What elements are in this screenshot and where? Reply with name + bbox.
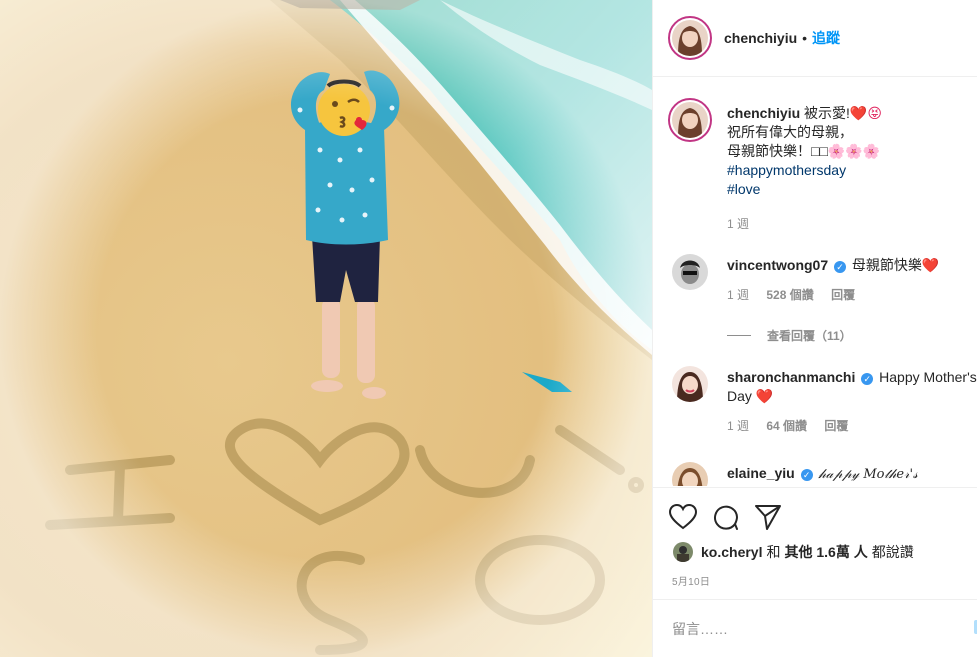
speech-bubble-icon bbox=[714, 505, 738, 530]
liker-name[interactable]: ko.cheryl bbox=[701, 544, 762, 560]
comment-time[interactable]: 1 週 bbox=[727, 288, 749, 302]
caption-line-1: 被示愛! bbox=[804, 105, 850, 121]
post-side-panel: chenchiyiu • 追蹤 chenchiyiu 被示愛!❤️😝 祝所有偉大… bbox=[652, 0, 977, 657]
author-avatar-icon bbox=[672, 20, 708, 56]
comment-author[interactable]: vincentwong07 bbox=[727, 257, 828, 273]
comment-emoji: ❤️ bbox=[921, 257, 940, 273]
comment-input[interactable] bbox=[672, 620, 952, 637]
view-replies-button[interactable]: 查看回覆（11） bbox=[727, 327, 852, 344]
likes-others[interactable]: 其他 1.6萬 人 bbox=[784, 542, 867, 562]
likes-suffix: 都說讚 bbox=[871, 544, 914, 560]
verified-badge-icon: ✓ bbox=[834, 261, 847, 273]
post-photo[interactable] bbox=[0, 0, 652, 657]
paper-plane-icon bbox=[755, 505, 781, 530]
elaine-avatar-icon bbox=[672, 462, 708, 486]
comment-text: 母親節快樂 bbox=[851, 257, 922, 273]
post-author-name[interactable]: chenchiyiu bbox=[724, 30, 797, 46]
avatar[interactable] bbox=[672, 462, 708, 486]
story-ring[interactable] bbox=[668, 16, 712, 60]
verified-badge-icon: ✓ bbox=[861, 373, 874, 385]
share-button[interactable] bbox=[755, 504, 781, 530]
like-button[interactable] bbox=[669, 504, 697, 530]
comment-likes[interactable]: 64 個讚 bbox=[766, 419, 807, 433]
hashtag-happymothersday[interactable]: #happymothersday bbox=[727, 161, 977, 180]
post-actions-section: ko.cheryl 和 其他 1.6萬 人 都說讚 5月10日 bbox=[653, 487, 977, 599]
post-header: chenchiyiu • 追蹤 bbox=[653, 0, 977, 77]
follow-button[interactable]: 追蹤 bbox=[812, 28, 840, 48]
caption-line-3: 母親節快樂！ bbox=[727, 143, 811, 159]
comment-likes[interactable]: 528 個讚 bbox=[766, 288, 813, 302]
caption-emoji-3: □□🌸🌸🌸 bbox=[811, 143, 881, 159]
caption-line-2: 祝所有偉大的母親， bbox=[727, 124, 853, 140]
divider bbox=[727, 335, 751, 336]
caption-time[interactable]: 1 週 bbox=[727, 217, 749, 231]
comment-emoji: ❤️ bbox=[755, 388, 774, 404]
action-bar bbox=[669, 504, 781, 530]
comments-list[interactable]: chenchiyiu 被示愛!❤️😝 祝所有偉大的母親， 母親節快樂！□□🌸🌸🌸… bbox=[653, 78, 977, 486]
verified-badge-icon: ✓ bbox=[800, 469, 813, 481]
reply-button[interactable]: 回覆 bbox=[831, 288, 855, 302]
reply-button[interactable]: 回覆 bbox=[824, 419, 848, 433]
author-avatar-icon bbox=[672, 102, 708, 138]
avatar[interactable] bbox=[672, 366, 708, 402]
caption-author[interactable]: chenchiyiu bbox=[727, 105, 800, 121]
vincentwong-avatar-icon bbox=[672, 254, 708, 290]
comment-author[interactable]: elaine_yiu bbox=[727, 465, 795, 481]
avatar[interactable] bbox=[672, 254, 708, 290]
comment-time[interactable]: 1 週 bbox=[727, 419, 749, 433]
beach-photo-illustration bbox=[0, 0, 652, 657]
heart-icon bbox=[669, 504, 697, 530]
caption-emoji-1: ❤️😝 bbox=[849, 105, 882, 121]
add-comment-bar bbox=[653, 599, 977, 657]
likes-summary: ko.cheryl 和 其他 1.6萬 人 都說讚 bbox=[673, 542, 914, 562]
comment-author[interactable]: sharonchanmanchi bbox=[727, 369, 855, 385]
liker-avatar-icon bbox=[673, 542, 693, 562]
view-replies-label[interactable]: 查看回覆（11） bbox=[767, 327, 852, 344]
separator-dot: • bbox=[802, 30, 808, 46]
avatar[interactable] bbox=[668, 98, 712, 142]
comment-text: 𝒽𝒶𝓅𝓅𝓎 𝑀𝑜𝓉𝒽𝑒𝓇'𝓈 bbox=[818, 467, 918, 482]
likes-and: 和 bbox=[766, 544, 781, 560]
avatar[interactable] bbox=[672, 20, 708, 56]
post-date[interactable]: 5月10日 bbox=[672, 573, 710, 588]
sharonchan-avatar-icon bbox=[672, 366, 708, 402]
comment-button[interactable] bbox=[713, 504, 739, 530]
avatar[interactable] bbox=[673, 542, 693, 562]
hashtag-love[interactable]: #love bbox=[727, 180, 977, 199]
